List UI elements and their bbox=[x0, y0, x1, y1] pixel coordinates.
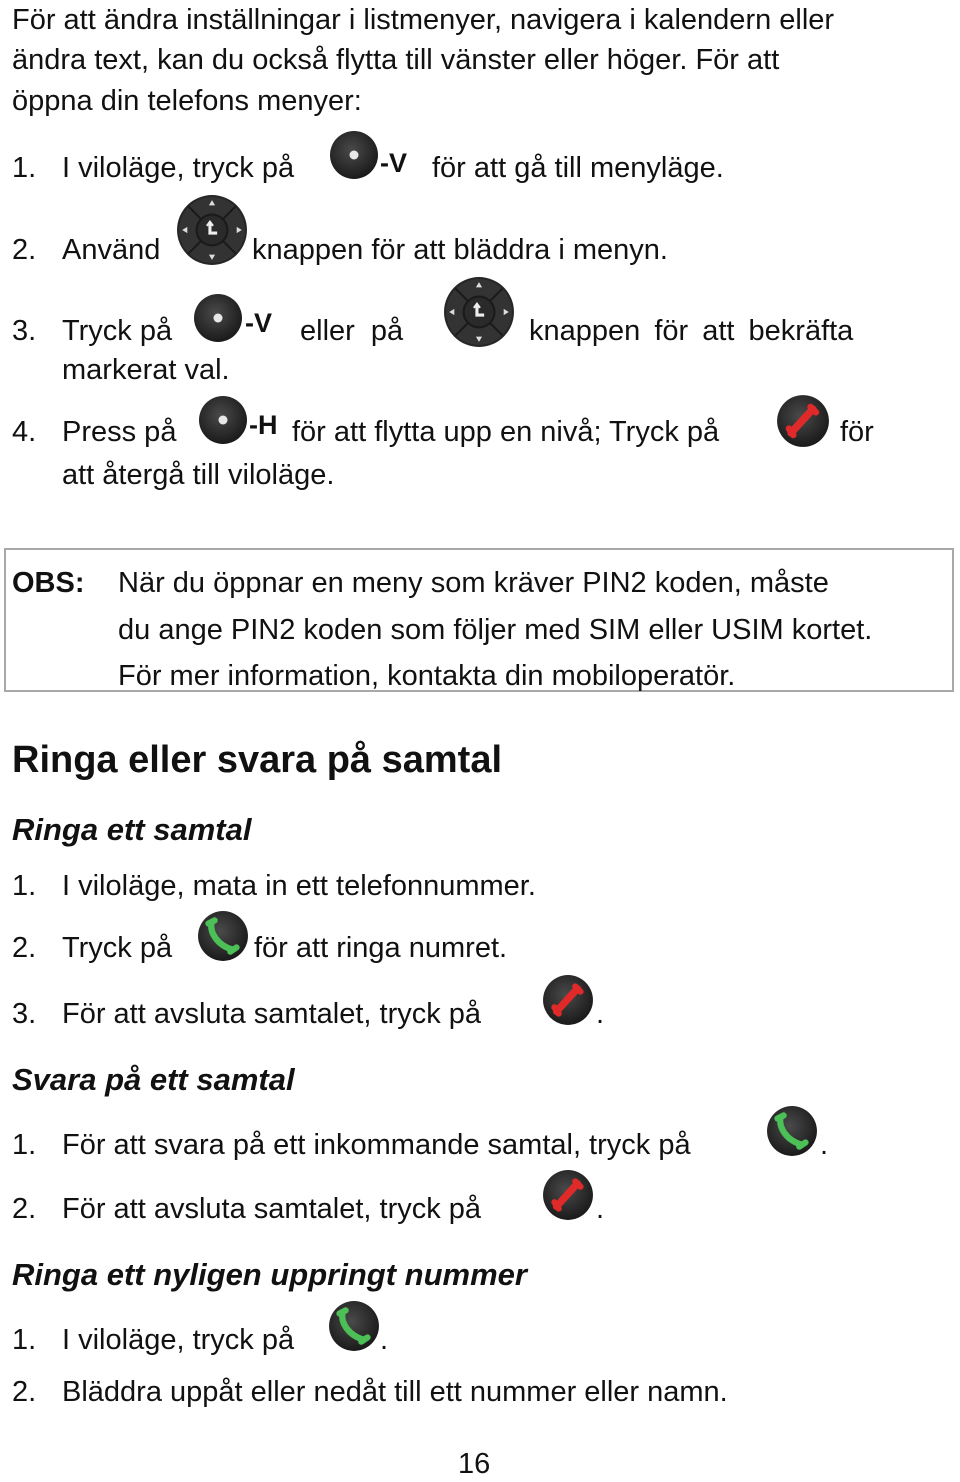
note-text: du ange PIN2 koden som följer med SIM el… bbox=[118, 614, 873, 646]
step-number: 2. bbox=[12, 234, 37, 266]
step-text: För att avsluta samtalet, tryck på bbox=[62, 1193, 482, 1225]
step-number: 2. bbox=[12, 1193, 37, 1225]
step-text: för att flytta upp en nivå; Tryck på bbox=[292, 416, 720, 448]
key-label: -V bbox=[380, 148, 407, 178]
nav-pad-icon bbox=[443, 276, 515, 348]
subsection-title-answer: Svara på ett samtal bbox=[12, 1062, 295, 1097]
intro-line: ändra text, kan du också flytta till vän… bbox=[12, 44, 780, 76]
step-text: knappen för att bläddra i menyn. bbox=[252, 234, 668, 266]
key-label: -H bbox=[249, 410, 278, 440]
step-text: för att ringa numret. bbox=[254, 932, 508, 964]
step-text-continued: att återgå till viloläge. bbox=[62, 459, 335, 491]
step-text: . bbox=[380, 1324, 389, 1356]
call-icon bbox=[328, 1300, 380, 1352]
step-number: 3. bbox=[12, 998, 37, 1030]
end-call-icon bbox=[542, 1169, 594, 1221]
step-text: Bläddra uppåt eller nedåt till ett numme… bbox=[62, 1376, 728, 1408]
step-text: I viloläge, tryck på bbox=[62, 1324, 295, 1356]
softkey-icon bbox=[198, 395, 248, 445]
section-title: Ringa eller svara på samtal bbox=[12, 739, 503, 781]
step-text: I viloläge, tryck på bbox=[62, 152, 295, 184]
step-text: . bbox=[820, 1129, 829, 1161]
step-text: för bbox=[840, 416, 874, 448]
step-text: För att svara på ett inkommande samtal, … bbox=[62, 1129, 691, 1161]
call-icon bbox=[197, 910, 249, 962]
step-text: I viloläge, mata in ett telefonnummer. bbox=[62, 870, 536, 902]
step-number: 1. bbox=[12, 1129, 37, 1161]
step-text: . bbox=[596, 998, 605, 1030]
step-text: Tryck på bbox=[62, 315, 173, 347]
call-icon bbox=[766, 1105, 818, 1157]
step-number: 3. bbox=[12, 315, 37, 347]
note-text: När du öppnar en meny som kräver PIN2 ko… bbox=[118, 567, 829, 599]
softkey-icon bbox=[193, 293, 243, 343]
step-text: för att gå till menyläge. bbox=[432, 152, 724, 184]
nav-pad-icon bbox=[176, 194, 248, 266]
end-call-icon bbox=[776, 394, 830, 448]
step-text: För att avsluta samtalet, tryck på bbox=[62, 998, 482, 1030]
step-number: 2. bbox=[12, 1376, 37, 1408]
key-label: -V bbox=[245, 308, 272, 338]
softkey-icon bbox=[329, 130, 379, 180]
note-label: OBS: bbox=[12, 567, 85, 599]
step-text: Använd bbox=[62, 234, 161, 266]
step-text: Tryck på bbox=[62, 932, 173, 964]
subsection-title-redial: Ringa ett nyligen uppringt nummer bbox=[12, 1257, 527, 1292]
end-call-icon bbox=[542, 974, 594, 1026]
note-text: För mer information, kontakta din mobilo… bbox=[118, 660, 736, 692]
step-number: 1. bbox=[12, 152, 37, 184]
step-number: 2. bbox=[12, 932, 37, 964]
step-text: knappen för att bekräfta bbox=[529, 315, 854, 347]
step-text: eller på bbox=[300, 315, 404, 347]
intro-line: öppna din telefons menyer: bbox=[12, 85, 362, 117]
step-text-continued: markerat val. bbox=[62, 354, 230, 386]
step-text: . bbox=[596, 1193, 605, 1225]
subsection-title-call: Ringa ett samtal bbox=[12, 812, 252, 847]
step-number: 1. bbox=[12, 1324, 37, 1356]
step-number: 4. bbox=[12, 416, 37, 448]
step-number: 1. bbox=[12, 870, 37, 902]
step-text: Press på bbox=[62, 416, 177, 448]
intro-line: För att ändra inställningar i listmenyer… bbox=[12, 4, 835, 36]
